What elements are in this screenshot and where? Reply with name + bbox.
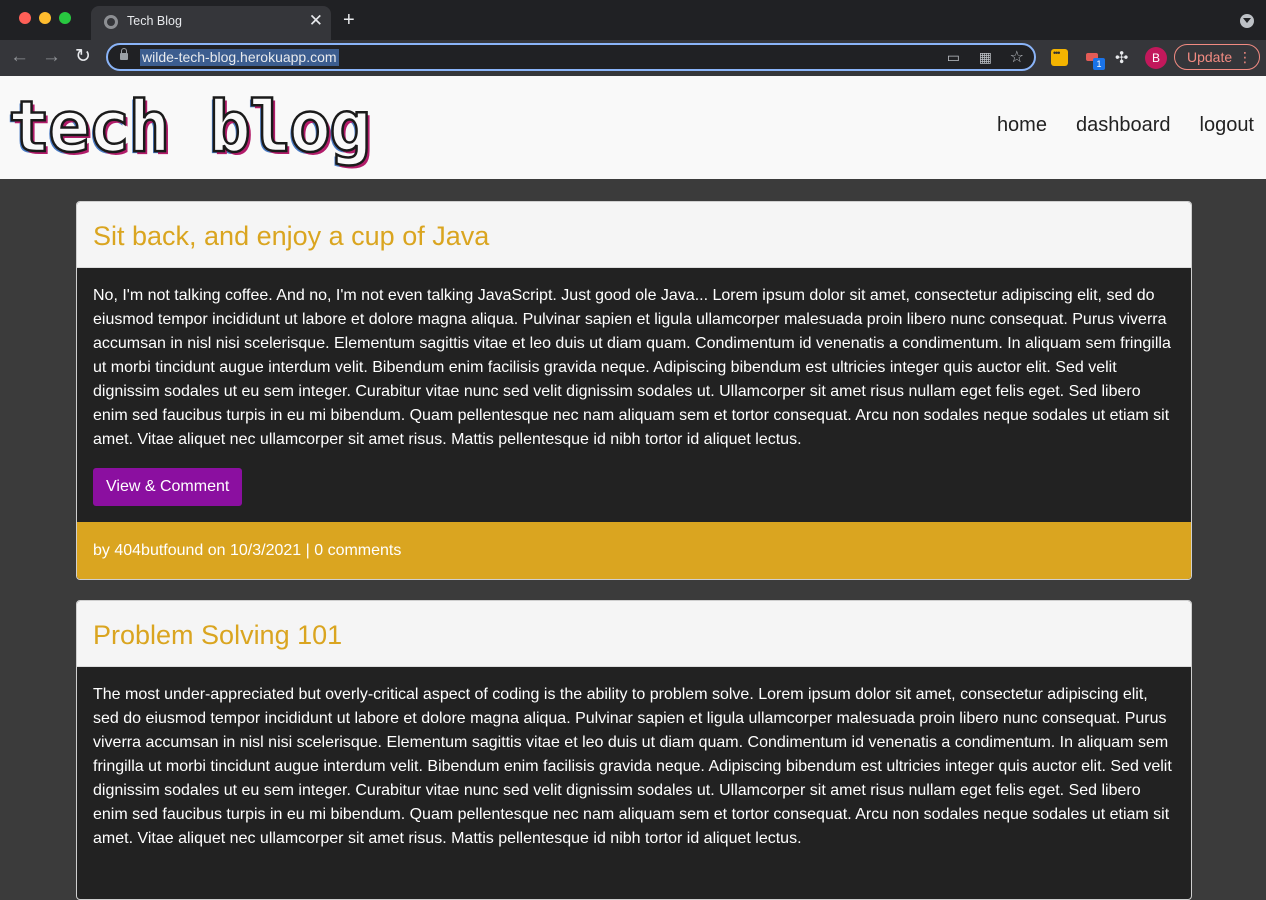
- browser-toolbar: ← → ↻ wilde-tech-blog.herokuapp.com ▭ ▦ …: [0, 40, 1266, 76]
- post-text: No, I'm not talking coffee. And no, I'm …: [93, 287, 1171, 448]
- extensions-puzzle-icon[interactable]: ✣: [1115, 48, 1128, 68]
- tab-close-icon[interactable]: ✕: [309, 11, 323, 31]
- window-maximize-button[interactable]: [59, 12, 71, 24]
- post-text: The most under-appreciated but overly-cr…: [93, 686, 1172, 847]
- browser-tab-bar: Tech Blog ✕ +: [0, 0, 1266, 40]
- post-body: The most under-appreciated but overly-cr…: [77, 667, 1191, 851]
- forward-icon[interactable]: →: [42, 46, 61, 68]
- post-title: Sit back, and enjoy a cup of Java: [93, 221, 490, 251]
- lock-icon[interactable]: [120, 48, 128, 60]
- nav-home-link[interactable]: home: [997, 114, 1047, 136]
- update-label: Update: [1187, 49, 1233, 65]
- window-close-button[interactable]: [19, 12, 31, 24]
- post-body: No, I'm not talking coffee. And no, I'm …: [77, 268, 1191, 506]
- nav-dashboard-link[interactable]: dashboard: [1076, 114, 1171, 136]
- post-header: Problem Solving 101: [77, 601, 1191, 667]
- profile-avatar[interactable]: B: [1145, 47, 1167, 69]
- qr-code-icon[interactable]: ▦: [979, 49, 992, 66]
- globe-icon: [104, 15, 118, 29]
- nav-logout-link[interactable]: logout: [1200, 114, 1255, 136]
- url-text[interactable]: wilde-tech-blog.herokuapp.com: [140, 49, 339, 66]
- tab-search-icon[interactable]: [1240, 14, 1254, 28]
- browser-tab[interactable]: Tech Blog ✕: [91, 6, 331, 40]
- tab-title: Tech Blog: [127, 14, 182, 28]
- post-card: Problem Solving 101 The most under-appre…: [76, 600, 1192, 900]
- post-header: Sit back, and enjoy a cup of Java: [77, 202, 1191, 268]
- view-comment-button[interactable]: View & Comment: [93, 468, 243, 506]
- cast-icon[interactable]: ▭: [947, 49, 960, 66]
- post-title: Problem Solving 101: [93, 620, 343, 650]
- bookmark-star-icon[interactable]: ☆: [1010, 47, 1024, 67]
- post-footer: by 404butfound on 10/3/2021 | 0 comments: [77, 522, 1191, 579]
- window-minimize-button[interactable]: [39, 12, 51, 24]
- site-header: tech blog home dashboard logout: [0, 76, 1266, 179]
- site-logo[interactable]: tech blog: [7, 82, 373, 172]
- new-tab-button[interactable]: +: [343, 9, 355, 31]
- main-nav: home dashboard logout: [968, 114, 1254, 137]
- update-button[interactable]: Update ⋮: [1174, 44, 1260, 70]
- back-icon[interactable]: ←: [10, 46, 29, 68]
- more-menu-icon[interactable]: ⋮: [1238, 45, 1252, 69]
- extension-notes-icon[interactable]: [1051, 48, 1068, 66]
- address-bar[interactable]: wilde-tech-blog.herokuapp.com ▭ ▦ ☆: [106, 43, 1036, 71]
- extension-badge: 1: [1093, 58, 1105, 70]
- post-card: Sit back, and enjoy a cup of Java No, I'…: [76, 201, 1192, 580]
- reload-icon[interactable]: ↻: [75, 46, 91, 68]
